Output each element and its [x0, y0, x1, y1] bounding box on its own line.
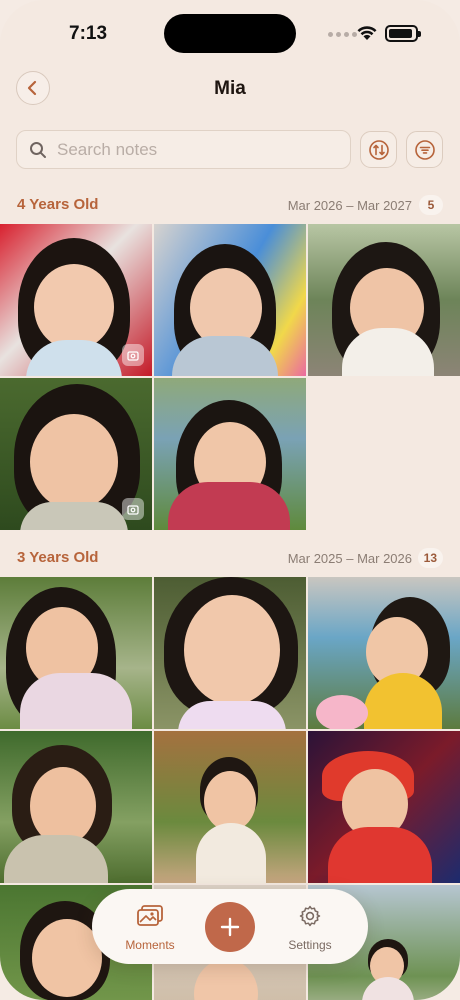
photo-thumbnail[interactable] [0, 224, 152, 376]
signal-icon [328, 32, 357, 37]
search-icon [30, 141, 46, 158]
photo-thumbnail[interactable] [0, 577, 152, 729]
moments-icon [137, 905, 163, 926]
photo-thumbnail[interactable] [154, 224, 306, 376]
section-header-4-years: 4 Years Old Mar 2026 – Mar 2027 5 [0, 192, 460, 220]
photo-thumbnail[interactable] [0, 731, 152, 883]
app-screen: 7:13 Mia Search notes 4 Years Old Mar 20… [0, 0, 460, 1000]
battery-icon [385, 25, 421, 42]
page-title: Mia [214, 78, 246, 99]
search-input[interactable] [57, 139, 327, 160]
photo-thumbnail[interactable] [308, 731, 460, 883]
plus-icon [220, 917, 240, 937]
photo-thumbnail[interactable] [154, 731, 306, 883]
photo-thumbnail[interactable] [0, 378, 152, 530]
photo-thumbnail[interactable] [154, 577, 306, 729]
tab-moments-label: Moments [125, 938, 175, 952]
photo-badge-icon [122, 498, 144, 520]
tab-settings[interactable]: Settings [270, 904, 350, 952]
section-date-range: Mar 2025 – Mar 2026 [287, 551, 412, 566]
photo-thumbnail[interactable] [308, 577, 460, 729]
sort-button[interactable] [360, 131, 397, 168]
dynamic-island [164, 14, 296, 53]
section-date-range: Mar 2026 – Mar 2027 [287, 198, 412, 213]
photo-badge-icon [122, 344, 144, 366]
wifi-icon [357, 26, 377, 40]
filter-icon [414, 139, 435, 160]
section-header-3-years: 3 Years Old Mar 2025 – Mar 2026 13 [0, 545, 460, 573]
search-bar[interactable] [16, 130, 351, 169]
gear-icon [299, 905, 321, 927]
section-title: 4 Years Old [17, 196, 99, 213]
filter-button[interactable] [406, 131, 443, 168]
tab-moments[interactable]: Moments [110, 904, 190, 952]
add-moment-button[interactable] [205, 902, 255, 952]
photo-thumbnail[interactable] [154, 378, 306, 530]
status-time: 7:13 [69, 23, 108, 44]
section-count-badge: 13 [417, 548, 443, 568]
section-title: 3 Years Old [17, 549, 99, 566]
section-count-badge: 5 [419, 195, 443, 215]
bottom-tab-bar: Moments Settings [92, 889, 368, 964]
sort-icon [368, 139, 389, 160]
status-bar: 7:13 [0, 0, 460, 64]
photo-thumbnail[interactable] [308, 224, 460, 376]
tab-settings-label: Settings [288, 938, 332, 952]
